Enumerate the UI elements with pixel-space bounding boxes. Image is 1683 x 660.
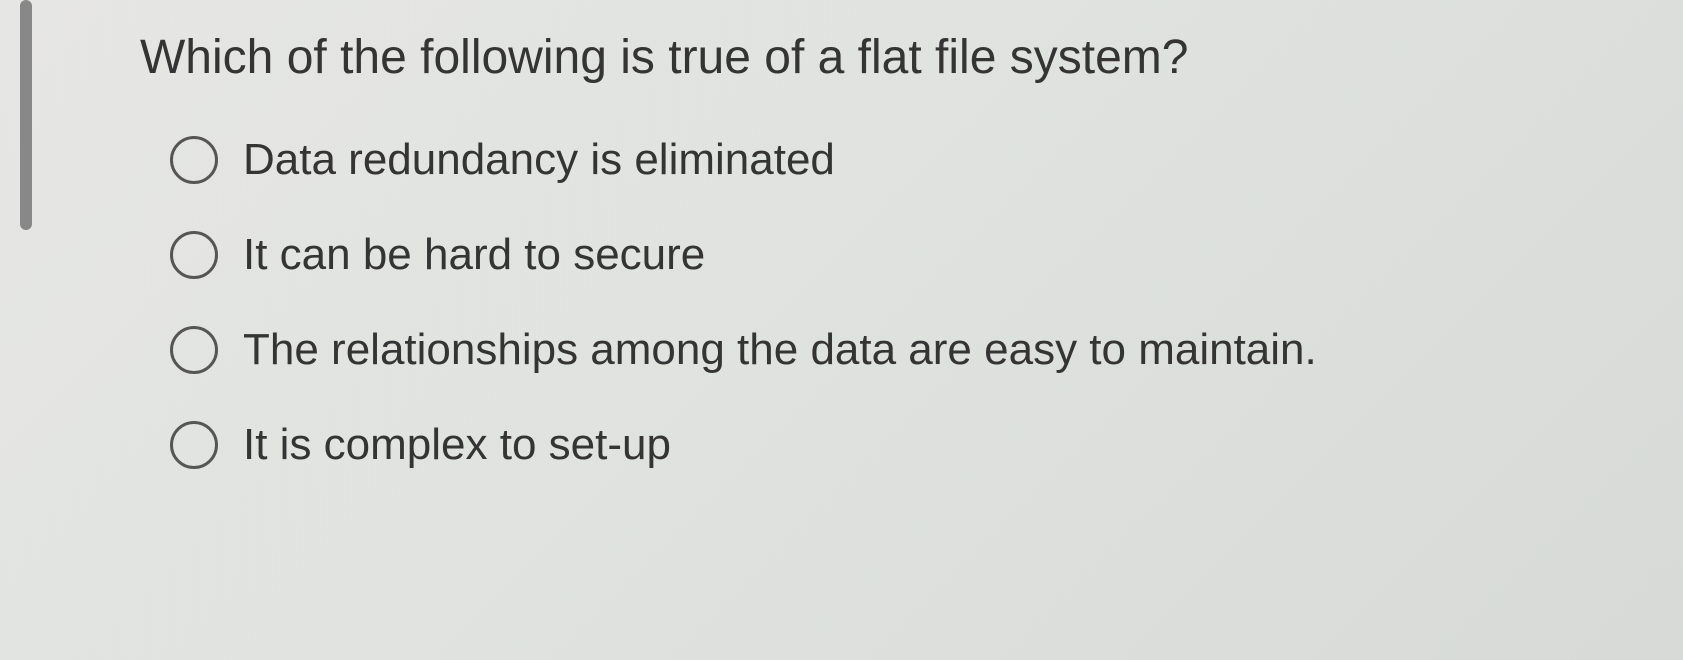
option-2[interactable]: It can be hard to secure (170, 230, 1603, 280)
option-label: The relationships among the data are eas… (243, 325, 1317, 375)
option-label: It is complex to set-up (243, 420, 671, 470)
option-label: It can be hard to secure (243, 230, 705, 280)
radio-icon[interactable] (170, 326, 218, 374)
option-3[interactable]: The relationships among the data are eas… (170, 325, 1603, 375)
option-4[interactable]: It is complex to set-up (170, 420, 1603, 470)
option-1[interactable]: Data redundancy is eliminated (170, 135, 1603, 185)
radio-icon[interactable] (170, 231, 218, 279)
radio-icon[interactable] (170, 136, 218, 184)
radio-icon[interactable] (170, 421, 218, 469)
question-container: Which of the following is true of a flat… (120, 30, 1603, 470)
question-text: Which of the following is true of a flat… (140, 30, 1603, 85)
sidebar-marker (20, 0, 32, 230)
option-label: Data redundancy is eliminated (243, 135, 835, 185)
options-group: Data redundancy is eliminated It can be … (170, 135, 1603, 470)
